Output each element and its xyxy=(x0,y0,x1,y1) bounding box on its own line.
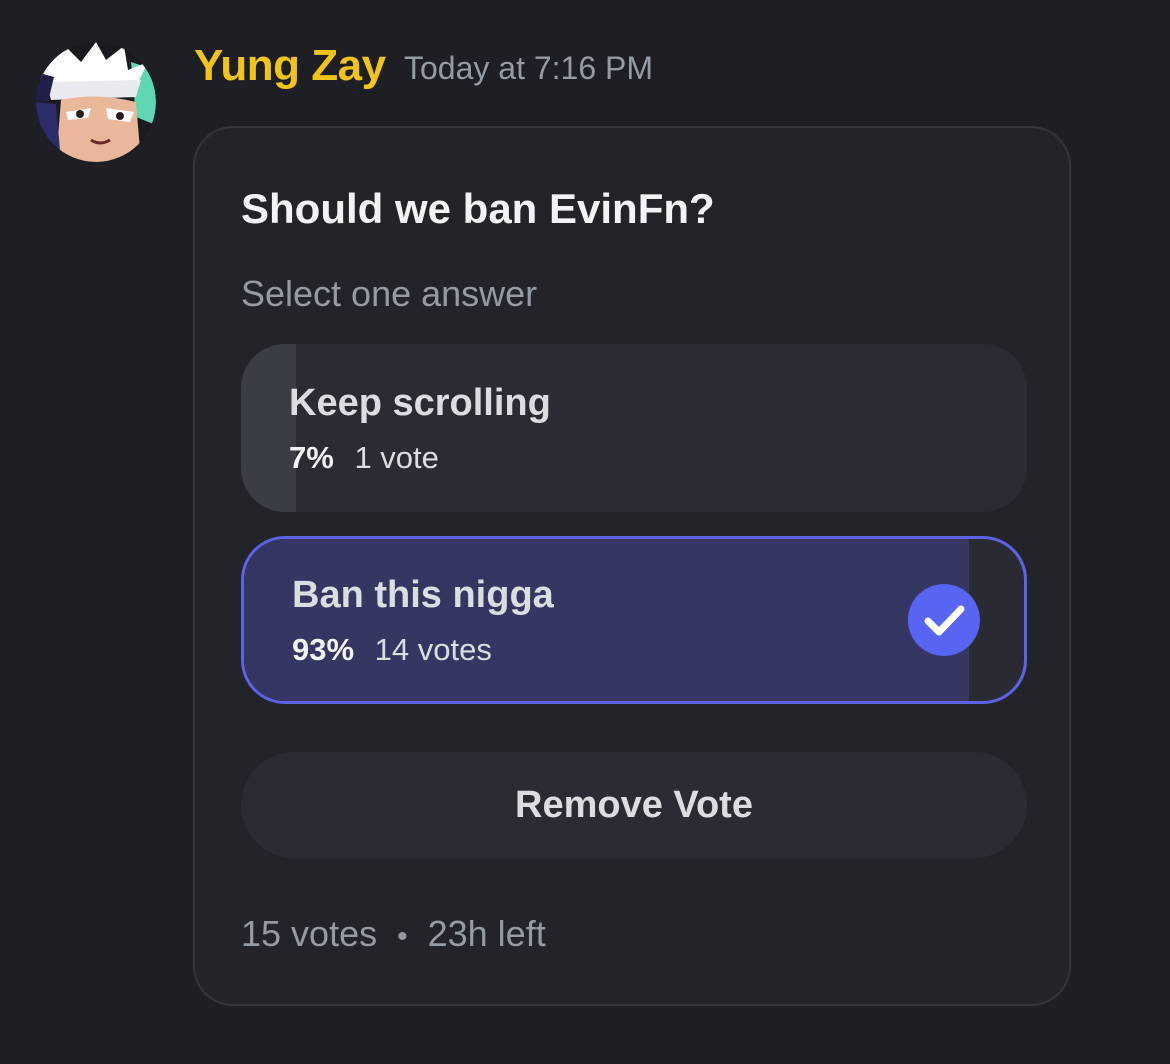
poll-hint: Select one answer xyxy=(241,273,538,314)
poll-total-votes: 15 votes xyxy=(241,913,378,954)
poll-answer-result-bar xyxy=(241,344,297,512)
poll-answer-stats: 7% 1 vote xyxy=(289,439,439,477)
separator-dot: • xyxy=(397,920,408,953)
poll-answer-keep-scrolling[interactable]: Keep scrolling 7% 1 vote xyxy=(241,344,1027,512)
poll-answer-percent: 7% xyxy=(289,440,334,475)
poll-answer-votes: 1 vote xyxy=(354,440,439,475)
message-timestamp: Today at 7:16 PM xyxy=(404,50,654,86)
poll-answer-percent: 93% xyxy=(292,632,355,667)
author-name[interactable]: Yung Zay xyxy=(194,40,386,92)
poll-time-left: 23h left xyxy=(427,913,546,954)
poll-answer-stats: 93% 14 votes xyxy=(292,631,492,669)
remove-vote-button[interactable]: Remove Vote xyxy=(241,752,1027,858)
poll-answer-label: Ban this nigga xyxy=(292,574,554,616)
poll-answer-label: Keep scrolling xyxy=(289,382,551,424)
poll-card: Should we ban EvinFn? Select one answer … xyxy=(193,126,1071,1006)
poll-question: Should we ban EvinFn? xyxy=(241,185,715,232)
avatar-image xyxy=(36,42,156,162)
checkmark-icon xyxy=(908,584,980,656)
poll-footer: 15 votes • 23h left xyxy=(241,912,546,959)
poll-answer-result-bar xyxy=(244,539,970,701)
poll-answer-ban[interactable]: Ban this nigga 93% 14 votes xyxy=(241,536,1027,704)
poll-answer-votes: 14 votes xyxy=(374,632,492,667)
avatar[interactable] xyxy=(36,42,156,162)
